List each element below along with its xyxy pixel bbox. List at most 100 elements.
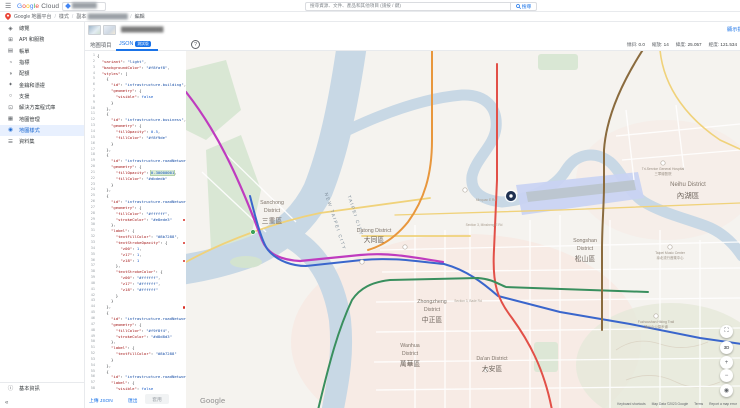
daan-park — [534, 342, 558, 372]
sidebar-item-label: 指標 — [19, 60, 30, 67]
sidebar-item-label: 總覽 — [19, 26, 30, 33]
breadcrumb-styles[interactable]: 樣式 — [59, 13, 69, 20]
error-marker-icon — [182, 306, 185, 309]
compass-control[interactable]: ◉ — [720, 384, 733, 397]
svg-text:福州山公園步道: 福州山公園步道 — [644, 324, 668, 329]
svg-text:Minquan E Rd: Minquan E Rd — [476, 198, 496, 202]
svg-text:萬華區: 萬華區 — [400, 359, 421, 368]
zoom-out-control[interactable]: − — [720, 369, 733, 382]
left-navigation: ◈ 總覽 ⊞ API 和服務 ▤ 帳單 ◔ 指標 ◑ 配額 ✦ 金鑰和憑證 ○ 支援 ⊡ 解決方案程式庫 ▦ 地圖… — [0, 22, 85, 408]
keys-credentials-icon: ✦ — [8, 82, 13, 89]
svg-text:District: District — [424, 307, 441, 313]
sidebar-item-basic-info[interactable]: ⓘ 基本資訊 — [0, 383, 84, 394]
svg-text:Section 3, Bade Rd: Section 3, Bade Rd — [454, 299, 482, 303]
sidebar-item-apis-services[interactable]: ⊞ API 和服務 — [0, 34, 84, 45]
breadcrumb-separator: / — [130, 13, 132, 20]
collapse-nav-icon[interactable]: « — [5, 400, 8, 406]
svg-text:Datong District: Datong District — [357, 228, 392, 234]
project-selector[interactable]: ████████ — [62, 1, 106, 11]
svg-text:Zhongzheng: Zhongzheng — [417, 299, 447, 305]
svg-text:Songshan: Songshan — [573, 238, 597, 244]
search-icon — [515, 3, 521, 9]
sidebar-item-label: 資料集 — [19, 139, 35, 146]
zoom-in-control[interactable]: + — [720, 356, 733, 369]
active-tab-underline — [116, 49, 158, 51]
google-maps-logo: Google — [200, 396, 226, 405]
sidebar-item-support[interactable]: ○ 支援 — [0, 91, 84, 102]
map-styles-icon: ◉ — [8, 127, 13, 134]
svg-text:松山區: 松山區 — [575, 254, 596, 263]
report-error-link[interactable]: Report a map error — [709, 402, 737, 406]
svg-text:三重區: 三重區 — [262, 217, 283, 225]
3d-control[interactable]: 3D — [720, 341, 733, 354]
svg-text:Tri-Service General Hospital: Tri-Service General Hospital — [642, 167, 685, 171]
breadcrumb: Google 地圖平台 / 樣式 / 副本 █████████████ / 編輯 — [0, 12, 740, 22]
map-management-icon: ▦ — [7, 116, 14, 123]
svg-text:Taipei Music Center: Taipei Music Center — [655, 251, 686, 255]
json-style-editor[interactable]: 1{2 "variant": "light", 3 "backgroundColo… — [85, 53, 186, 392]
sidebar-item-quotas[interactable]: ◑ 配額 — [0, 68, 84, 79]
quotas-icon: ◑ — [8, 70, 13, 77]
sidebar-item-map-management[interactable]: ▦ 地圖管理 — [0, 113, 84, 124]
support-icon: ○ — [8, 93, 13, 100]
apply-button[interactable]: 套用 — [145, 394, 169, 404]
breadcrumb-style-name[interactable]: 副本 █████████████ — [76, 13, 127, 20]
svg-text:Fuzhoushan Hiking Trail: Fuzhoushan Hiking Trail — [638, 320, 675, 324]
sidebar-item-metrics[interactable]: ◔ 指標 — [0, 57, 84, 68]
search-button[interactable]: 搜尋 — [510, 2, 536, 10]
map-status-readout: 傾斜: 0.0 縮放: 14 緯度: 25.057 經度: 121.534 — [626, 42, 737, 47]
svg-text:大安區: 大安區 — [482, 364, 503, 373]
sidebar-item-billing[interactable]: ▤ 帳單 — [0, 46, 84, 57]
svg-text:District: District — [577, 246, 594, 252]
sidebar-item-label: 金鑰和憑證 — [19, 82, 45, 89]
sidebar-item-label: 帳單 — [19, 48, 30, 55]
metrics-icon: ◔ — [8, 59, 13, 66]
datasets-icon: ☰ — [8, 138, 13, 145]
sidebar-item-label: API 和服務 — [19, 37, 45, 44]
style-thumbnail — [88, 25, 101, 35]
svg-text:大同區: 大同區 — [364, 235, 385, 244]
error-marker-icon — [182, 259, 185, 262]
sandbar-island — [230, 256, 262, 268]
style-thumbnail — [103, 25, 116, 35]
sidebar-item-map-styles[interactable]: ◉ 地圖樣式 — [0, 124, 84, 136]
global-search[interactable]: 搜尋資源、文件、產品和其他項目 (請按 / 鍵) 搜尋 — [305, 1, 537, 11]
terms-link[interactable]: Terms — [694, 402, 703, 406]
svg-text:Section 3, Minsheng E Rd: Section 3, Minsheng E Rd — [466, 223, 503, 227]
sidebar-item-datasets[interactable]: ☰ 資料集 — [0, 136, 84, 147]
svg-text:Neihu District: Neihu District — [670, 182, 706, 188]
svg-text:中正區: 中正區 — [422, 315, 443, 324]
export-button[interactable]: 匯出 — [128, 397, 138, 404]
google-cloud-logo: Google Cloud — [17, 2, 60, 10]
style-name-redacted: █████████████ — [121, 27, 164, 33]
map-preview[interactable]: NEW TAIPEI CITY TAIPEI CITY Sanchong Dis… — [186, 50, 740, 408]
hamburger-menu-icon[interactable]: ☰ — [5, 2, 11, 10]
map-attribution: Keyboard shortcuts Map Data ©2023 Google… — [617, 402, 737, 406]
selected-feature-marker[interactable] — [504, 189, 518, 203]
solutions-library-icon: ⊡ — [8, 104, 13, 111]
project-icon — [65, 3, 71, 9]
upload-json-button[interactable]: 上傳 JSON — [89, 397, 113, 404]
sidebar-item-overview[interactable]: ◈ 總覽 — [0, 23, 84, 34]
tab-json[interactable]: JSON 測試版 — [119, 41, 151, 47]
svg-text:Sanchong: Sanchong — [260, 200, 284, 206]
fullscreen-control[interactable]: ⛶ — [720, 325, 733, 338]
overview-icon: ◈ — [8, 25, 13, 32]
tab-map-features[interactable]: 地圖項目 — [90, 41, 112, 49]
sidebar-item-keys-credentials[interactable]: ✦ 金鑰和憑證 — [0, 79, 84, 90]
svg-text:三軍總醫院: 三軍總醫院 — [655, 171, 673, 176]
apis-services-icon: ⊞ — [8, 36, 13, 43]
breadcrumb-separator: / — [54, 13, 56, 20]
help-icon[interactable]: ? — [191, 40, 200, 49]
maps-pin-icon — [5, 13, 11, 20]
search-placeholder: 搜尋資源、文件、產品和其他項目 (請按 / 鍵) — [310, 3, 401, 8]
breadcrumb-maps-platform[interactable]: Google 地圖平台 — [14, 13, 52, 20]
sidebar-item-label: 解決方案程式庫 — [19, 105, 56, 112]
sidebar-item-solutions-library[interactable]: ⊡ 解決方案程式庫 — [0, 102, 84, 113]
show-guide-link[interactable]: 顯示指南 — [727, 26, 740, 33]
sidebar-item-label: 支援 — [19, 93, 30, 100]
info-icon: ⓘ — [7, 386, 14, 393]
keyboard-shortcuts-link[interactable]: Keyboard shortcuts — [617, 402, 645, 406]
breadcrumb-separator: / — [71, 13, 74, 20]
sidebar-item-label: 地圖管理 — [19, 116, 40, 123]
